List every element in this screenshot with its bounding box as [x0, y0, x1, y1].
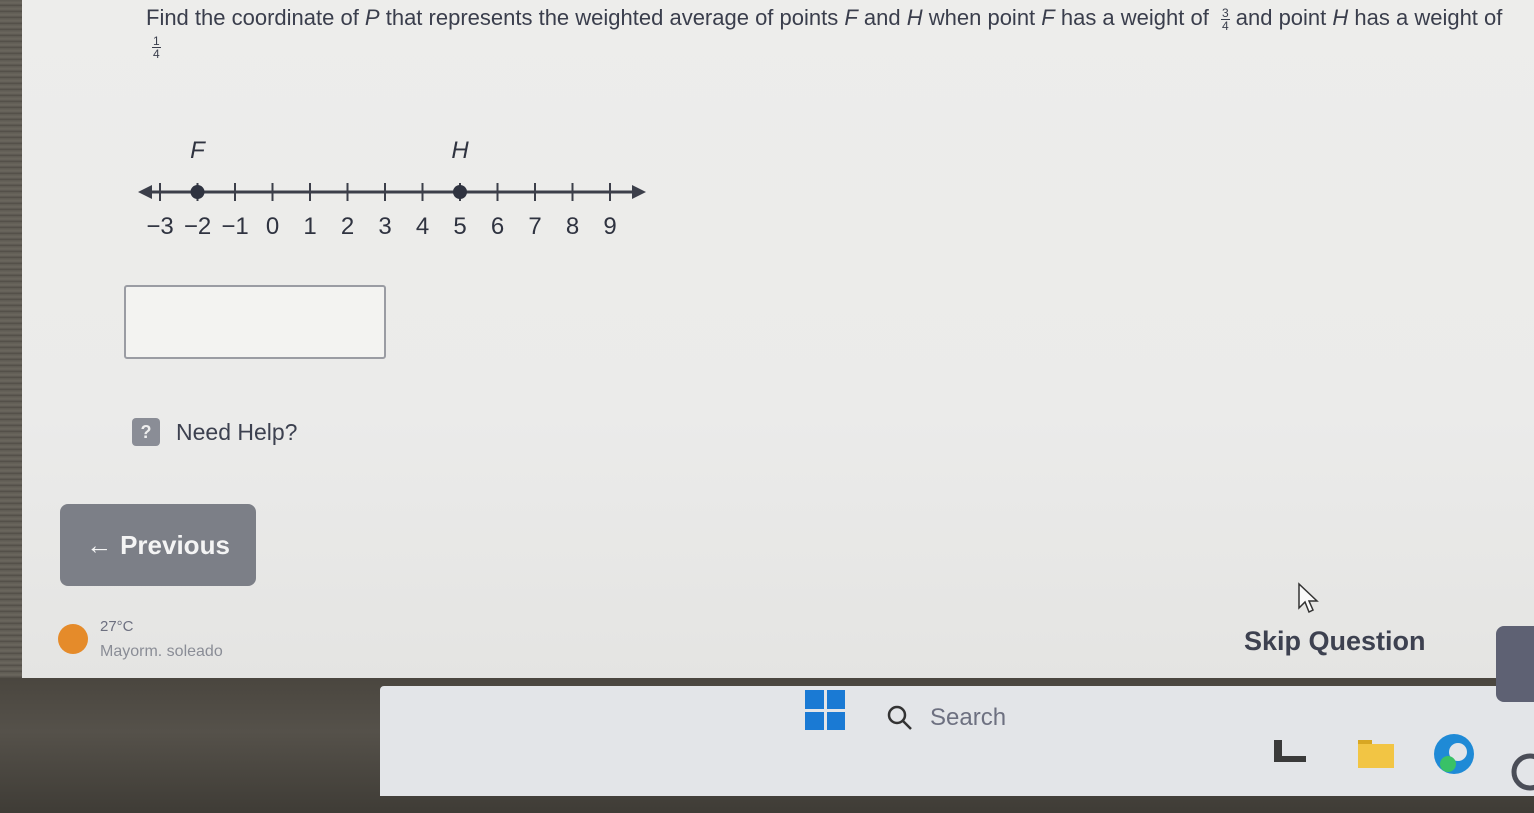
question-text: Find the coordinate of P that represents…	[146, 5, 1503, 61]
folder-icon[interactable]	[1356, 736, 1396, 770]
tick-label: 0	[266, 213, 279, 240]
windows-start-icon[interactable]	[805, 690, 845, 730]
f-weight-fraction: 34	[1220, 5, 1230, 33]
skip-question-button[interactable]: Skip Question	[1244, 626, 1426, 657]
tick-label: 9	[603, 213, 616, 240]
next-button[interactable]	[1496, 626, 1534, 702]
h-weight-fraction: 14	[152, 33, 161, 61]
arrow-right-end	[632, 185, 646, 199]
weather-temp: 27°C	[100, 618, 134, 635]
point-label-h: H	[451, 137, 469, 164]
point-f	[190, 185, 205, 199]
sun-icon	[58, 624, 88, 654]
tick-label: −3	[146, 213, 173, 240]
tick-label: 3	[378, 213, 391, 240]
point-h	[453, 185, 467, 199]
help-icon: ?	[132, 418, 160, 446]
arrow-left-end	[138, 185, 152, 199]
tick-label: −2	[184, 213, 211, 240]
tick-label: 1	[303, 213, 316, 240]
tick-label: 5	[453, 213, 466, 240]
tick-label: 2	[341, 213, 354, 240]
tick-label: 4	[416, 213, 429, 240]
number-line-svg: −3 −2 −1 0 1 2 3 4 5 6 7 8 9 F H	[138, 137, 646, 240]
need-help-label: Need Help?	[176, 418, 298, 445]
search-icon	[887, 705, 912, 730]
need-help-link[interactable]: ? Need Help?	[132, 418, 297, 446]
task-view-icon[interactable]	[1270, 736, 1310, 766]
tick-label: −1	[221, 213, 248, 240]
point-label-f: F	[190, 137, 206, 164]
previous-button[interactable]: ← Previous	[60, 504, 256, 586]
weather-desc: Mayorm. soleado	[100, 643, 223, 660]
edge-browser-icon[interactable]	[1430, 730, 1478, 778]
arrow-left-icon: ←	[86, 529, 113, 560]
chrome-icon[interactable]	[1508, 752, 1534, 792]
taskbar-search[interactable]: Search	[886, 704, 1006, 732]
answer-input[interactable]	[124, 285, 386, 359]
number-line: −3 −2 −1 0 1 2 3 4 5 6 7 8 9 F H	[130, 110, 690, 275]
mouse-cursor-icon	[1296, 582, 1322, 621]
tick-label: 6	[491, 213, 504, 240]
tick-label: 8	[566, 213, 579, 240]
weather-widget[interactable]: 27°C Mayorm. soleado	[58, 618, 223, 661]
search-label: Search	[930, 704, 1007, 731]
tick-label: 7	[528, 213, 541, 240]
previous-label: Previous	[120, 529, 230, 560]
